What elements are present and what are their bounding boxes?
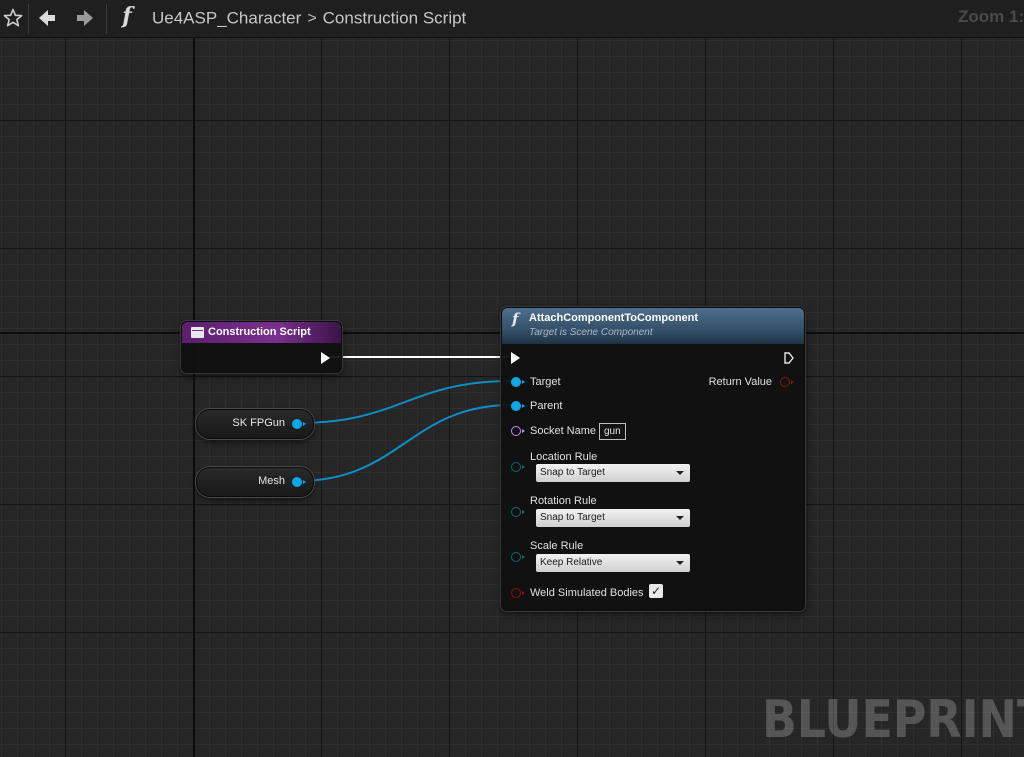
attach-component-header: f AttachComponentToComponent Target is S… <box>502 308 804 344</box>
scale-rule-value: Keep Relative <box>540 557 603 568</box>
socket-name-label: Socket Name <box>530 425 597 437</box>
exec-input-pin[interactable] <box>511 352 520 364</box>
function-icon: f <box>122 3 132 29</box>
object-output-pin[interactable] <box>292 419 306 429</box>
object-output-pin[interactable] <box>292 477 306 487</box>
graph-toolbar: f Ue4ASP_Character > Construction Script Z… <box>0 0 1024 38</box>
graph-origin-vertical-axis <box>193 37 195 757</box>
variable-label: SK FPGun <box>232 417 285 429</box>
zoom-level: Zoom 1: <box>958 7 1024 26</box>
toolbar-divider <box>28 4 29 34</box>
scale-rule-input-pin[interactable] <box>511 552 525 562</box>
star-outline-icon[interactable] <box>2 7 24 29</box>
event-icon <box>191 327 204 338</box>
location-rule-input-pin[interactable] <box>511 462 525 472</box>
variable-label: Mesh <box>258 475 285 487</box>
variable-node-sk-fpgun[interactable]: SK FPGun <box>196 409 314 439</box>
exec-output-pin[interactable] <box>321 352 330 364</box>
location-rule-dropdown[interactable]: Snap to Target <box>536 464 690 482</box>
construction-script-title: Construction Script <box>208 326 311 338</box>
chevron-down-icon <box>676 471 684 475</box>
chevron-down-icon <box>676 561 684 565</box>
arrow-left-icon[interactable] <box>36 7 58 29</box>
construction-script-node[interactable]: Construction Script <box>181 321 342 373</box>
target-input-pin[interactable] <box>511 377 525 387</box>
location-rule-value: Snap to Target <box>540 467 605 478</box>
rotation-rule-value: Snap to Target <box>540 512 605 523</box>
rotation-rule-label: Rotation Rule <box>530 495 597 507</box>
variable-node-mesh[interactable]: Mesh <box>196 467 314 497</box>
scale-rule-dropdown[interactable]: Keep Relative <box>536 554 690 572</box>
weld-checkbox[interactable]: ✓ <box>649 584 663 598</box>
breadcrumb: Ue4ASP_Character > Construction Script <box>152 8 466 29</box>
function-icon: f <box>512 310 519 328</box>
attach-component-subtitle: Target is Scene Component <box>529 327 653 338</box>
blueprint-watermark: BLUEPRINT <box>762 690 1024 750</box>
socket-name-field[interactable]: gun <box>599 423 626 440</box>
rotation-rule-input-pin[interactable] <box>511 507 525 517</box>
parent-input-pin[interactable] <box>511 401 525 411</box>
exec-output-pin[interactable] <box>784 352 794 364</box>
construction-script-header: Construction Script <box>182 322 341 343</box>
breadcrumb-separator: > <box>307 9 317 27</box>
location-rule-label: Location Rule <box>530 451 598 463</box>
arrow-right-icon[interactable] <box>74 7 96 29</box>
return-value-label: Return Value <box>708 376 772 388</box>
parent-label: Parent <box>530 400 563 412</box>
return-value-output-pin[interactable] <box>780 377 794 387</box>
breadcrumb-blueprint-link[interactable]: Ue4ASP_Character <box>152 9 301 28</box>
scale-rule-label: Scale Rule <box>530 540 584 552</box>
chevron-down-icon <box>676 516 684 520</box>
attach-component-node[interactable]: f AttachComponentToComponent Target is S… <box>501 307 805 611</box>
socket-name-input-pin[interactable] <box>511 426 525 436</box>
attach-component-title: AttachComponentToComponent <box>529 312 699 324</box>
weld-label: Weld Simulated Bodies <box>530 587 644 599</box>
target-label: Target <box>530 376 561 388</box>
toolbar-divider <box>106 4 107 34</box>
rotation-rule-dropdown[interactable]: Snap to Target <box>536 509 690 527</box>
breadcrumb-graph-name: Construction Script <box>322 8 467 28</box>
weld-input-pin[interactable] <box>511 588 525 598</box>
